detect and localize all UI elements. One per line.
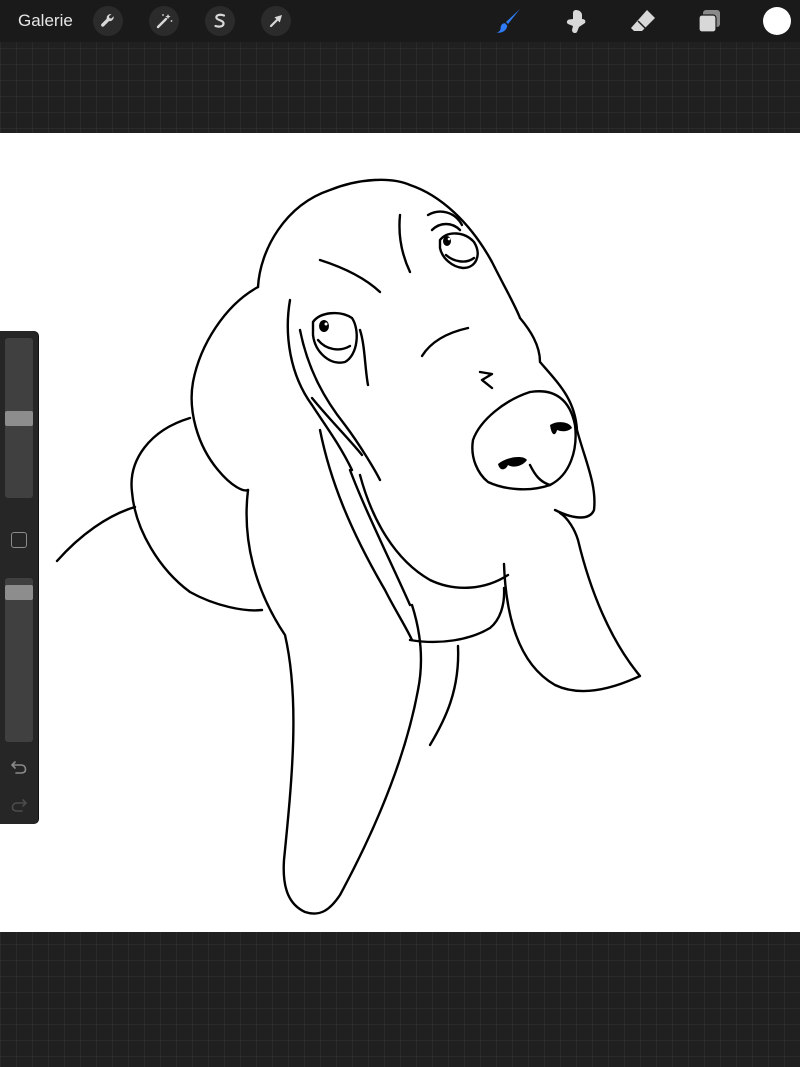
undo-icon bbox=[11, 761, 27, 774]
actions-button[interactable] bbox=[93, 6, 123, 36]
eraser-icon bbox=[631, 10, 655, 31]
redo-icon bbox=[11, 799, 27, 812]
basset-hound-drawing bbox=[55, 178, 642, 915]
left-sidebar bbox=[0, 331, 38, 824]
wrench-icon bbox=[101, 14, 114, 27]
arrow-cursor-icon bbox=[269, 15, 282, 28]
brush-size-thumb[interactable] bbox=[5, 411, 33, 426]
layers-button[interactable] bbox=[694, 5, 726, 37]
adjustments-button[interactable] bbox=[149, 6, 179, 36]
drawing-canvas[interactable] bbox=[0, 133, 800, 932]
smudge-icon bbox=[566, 10, 586, 34]
selection-button[interactable] bbox=[205, 6, 235, 36]
opacity-thumb[interactable] bbox=[5, 585, 33, 600]
undo-button[interactable] bbox=[9, 757, 29, 777]
layers-icon bbox=[698, 10, 720, 33]
selection-s-icon bbox=[214, 13, 226, 28]
brush-tool[interactable] bbox=[492, 5, 524, 37]
modify-button[interactable] bbox=[11, 532, 27, 548]
redo-button[interactable] bbox=[9, 795, 29, 815]
gallery-button[interactable]: Galerie bbox=[18, 11, 73, 31]
color-picker-button[interactable] bbox=[763, 7, 791, 35]
opacity-slider[interactable] bbox=[5, 578, 33, 742]
magic-wand-icon bbox=[156, 14, 173, 29]
brush-size-slider[interactable] bbox=[5, 338, 33, 498]
brush-icon bbox=[496, 9, 520, 33]
transform-button[interactable] bbox=[261, 6, 291, 36]
eraser-tool[interactable] bbox=[627, 5, 659, 37]
top-toolbar: Galerie bbox=[0, 0, 800, 42]
smudge-tool[interactable] bbox=[560, 5, 592, 37]
